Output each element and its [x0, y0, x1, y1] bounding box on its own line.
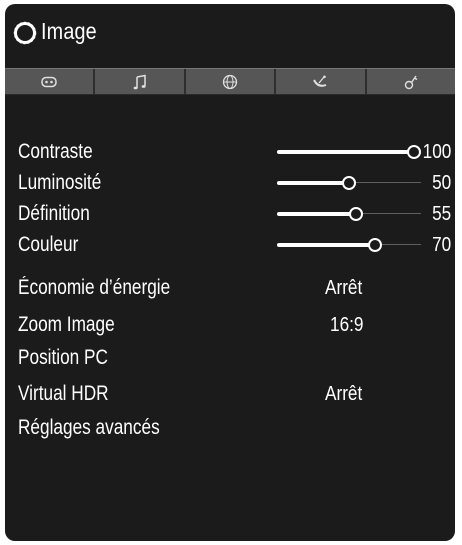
brightness-slider[interactable]	[277, 176, 421, 190]
contrast-label: Contraste	[18, 140, 93, 163]
sharpness-label: Définition	[18, 202, 90, 225]
energy-saving-value: Arrêt	[325, 277, 363, 299]
sharpness-slider[interactable]	[277, 207, 421, 221]
tab-sound[interactable]	[95, 69, 186, 94]
settings-key-icon	[404, 75, 418, 89]
virtual-hdr-value: Arrêt	[325, 383, 363, 405]
image-settings-icon	[13, 21, 37, 45]
zoom-label: Zoom Image	[18, 313, 115, 336]
music-note-icon	[133, 74, 146, 89]
color-slider-knob[interactable]	[368, 238, 382, 252]
zoom-value: 16:9	[330, 314, 364, 336]
advanced-settings-label: Réglages avancés	[18, 416, 160, 439]
menu-tab-bar	[5, 68, 455, 95]
picture-icon	[41, 76, 57, 87]
brightness-slider-knob[interactable]	[342, 176, 356, 190]
menu-header: Image	[5, 4, 455, 60]
contrast-slider-knob[interactable]	[407, 145, 421, 159]
tab-installation[interactable]	[276, 69, 367, 94]
globe-icon	[222, 74, 238, 89]
contrast-slider-fill	[277, 150, 414, 154]
contrast-slider[interactable]	[277, 145, 421, 159]
color-value: 70	[431, 234, 451, 256]
brightness-slider-fill	[277, 181, 349, 185]
energy-saving-label: Économie d’énergie	[18, 276, 171, 299]
virtual-hdr-label: Virtual HDR	[18, 382, 109, 405]
sharpness-slider-knob[interactable]	[348, 207, 363, 221]
virtual-hdr-row[interactable]: Virtual HDR Arrêt	[5, 380, 455, 408]
pc-position-label: Position PC	[18, 346, 108, 369]
color-slider[interactable]	[277, 238, 421, 252]
color-row[interactable]: Couleur 70	[5, 231, 455, 259]
tv-menu-screen: Image Contraste 100 Luminosité 50 Défini…	[5, 4, 455, 541]
color-label: Couleur	[18, 233, 79, 256]
sharpness-value: 55	[431, 203, 451, 225]
sharpness-slider-fill	[277, 212, 356, 216]
contrast-value: 100	[422, 141, 451, 163]
color-slider-fill	[277, 243, 375, 247]
advanced-settings-row[interactable]: Réglages avancés	[5, 414, 455, 442]
menu-title: Image	[41, 18, 97, 44]
zoom-row[interactable]: Zoom Image 16:9	[5, 311, 455, 339]
brightness-row[interactable]: Luminosité 50	[5, 169, 455, 197]
contrast-row[interactable]: Contraste 100	[5, 138, 455, 166]
energy-saving-row[interactable]: Économie d’énergie Arrêt	[5, 274, 455, 302]
satellite-dish-icon	[313, 75, 327, 87]
tab-picture[interactable]	[5, 69, 96, 94]
tab-settings[interactable]	[367, 69, 455, 94]
sharpness-row[interactable]: Définition 55	[5, 200, 455, 228]
brightness-value: 50	[431, 172, 451, 194]
brightness-label: Luminosité	[18, 171, 102, 194]
pc-position-row[interactable]: Position PC	[5, 344, 455, 372]
tab-network[interactable]	[186, 69, 277, 94]
